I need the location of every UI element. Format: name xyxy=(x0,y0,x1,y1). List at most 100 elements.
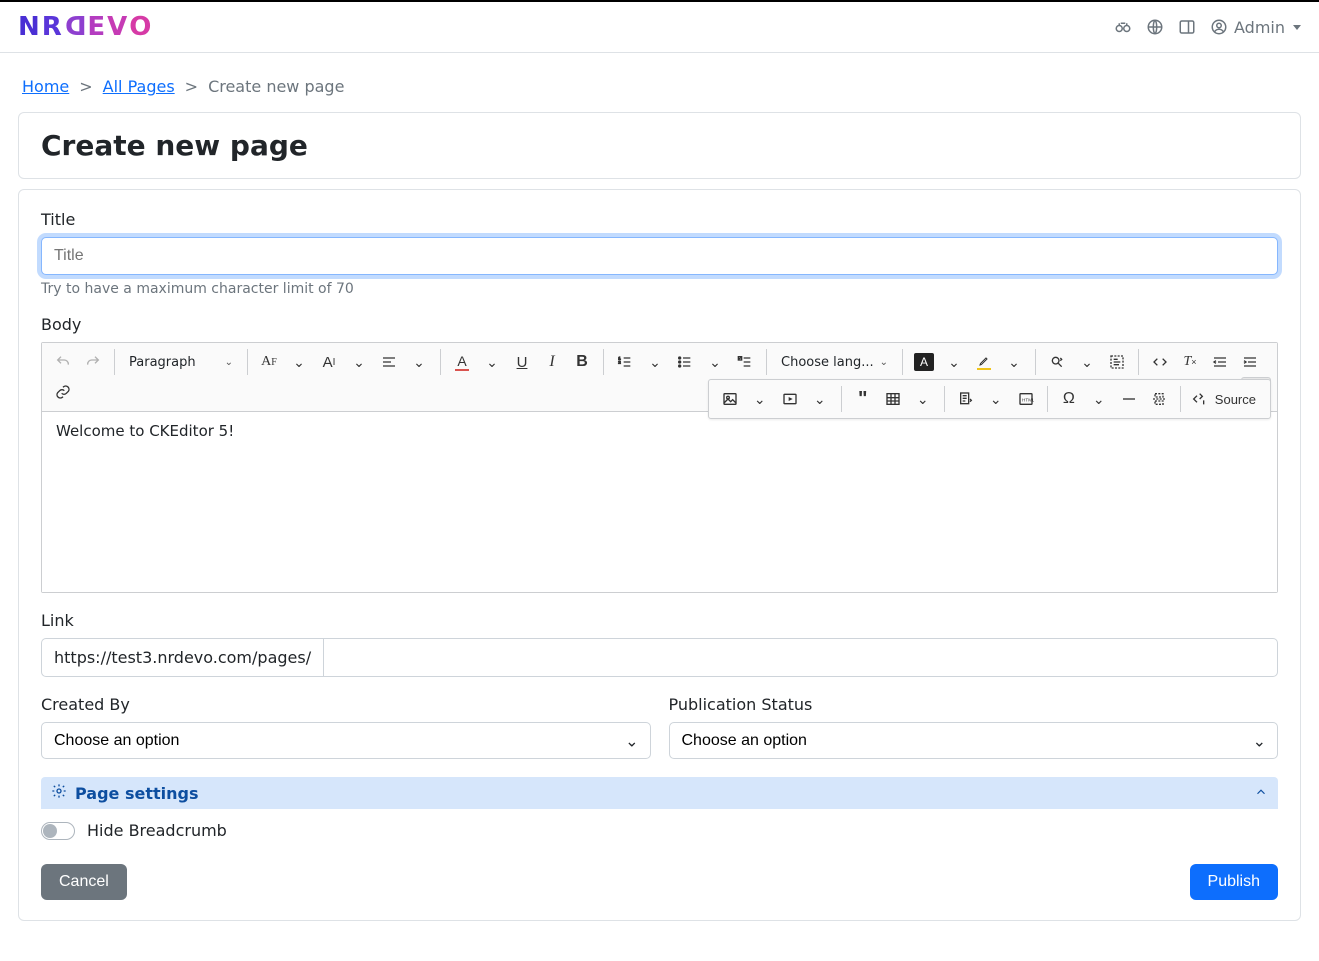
breadcrumb-home[interactable]: Home xyxy=(22,77,69,96)
cancel-button[interactable]: Cancel xyxy=(41,864,127,900)
align-dropdown[interactable]: ⌄ xyxy=(404,347,434,377)
bold-button[interactable]: B xyxy=(567,347,597,377)
title-field-group: Title Try to have a maximum character li… xyxy=(41,210,1278,297)
todo-list-button[interactable] xyxy=(730,347,760,377)
binoculars-icon[interactable] xyxy=(1114,18,1132,36)
horizontal-line-button[interactable] xyxy=(1114,384,1144,414)
meta-row: Created By Choose an option ⌄ Publicatio… xyxy=(41,695,1278,759)
link-label: Link xyxy=(41,611,1278,630)
highlight-button[interactable] xyxy=(969,347,999,377)
user-menu[interactable]: Admin xyxy=(1210,18,1301,37)
rich-text-editor: Paragraph ⌄ AF ⌄ AI ⌄ ⌄ A ⌄ U I xyxy=(41,342,1278,593)
page-break-button[interactable] xyxy=(1144,384,1174,414)
breadcrumb: Home > All Pages > Create new page xyxy=(18,53,1301,112)
editor-toolbar: Paragraph ⌄ AF ⌄ AI ⌄ ⌄ A ⌄ U I xyxy=(42,343,1277,412)
chevron-up-icon xyxy=(1254,784,1268,803)
breadcrumb-all-pages[interactable]: All Pages xyxy=(103,77,175,96)
special-char-button[interactable]: Ω xyxy=(1054,384,1084,414)
title-label: Title xyxy=(41,210,1278,229)
link-field-group: Link https://test3.nrdevo.com/pages/ xyxy=(41,611,1278,677)
page-settings-label: Page settings xyxy=(75,784,199,803)
breadcrumb-sep: > xyxy=(185,77,198,96)
hide-breadcrumb-row: Hide Breadcrumb xyxy=(41,821,1278,840)
publish-button[interactable]: Publish xyxy=(1190,864,1278,900)
align-button[interactable] xyxy=(374,347,404,377)
created-by-select[interactable]: Choose an option xyxy=(41,722,651,759)
language-label: Choose lang... xyxy=(781,355,874,370)
chevron-down-icon: ⌄ xyxy=(225,357,233,368)
user-icon xyxy=(1210,18,1228,36)
top-nav: NRDEVO Admin xyxy=(0,0,1319,53)
editor-content[interactable]: Welcome to CKEditor 5! xyxy=(42,412,1277,592)
indent-button[interactable] xyxy=(1235,347,1265,377)
media-button[interactable] xyxy=(775,384,805,414)
find-replace-button[interactable] xyxy=(1042,347,1072,377)
image-dropdown[interactable]: ⌄ xyxy=(745,384,775,414)
outdent-button[interactable] xyxy=(1205,347,1235,377)
font-color-button[interactable]: A xyxy=(447,347,477,377)
pub-status-select[interactable]: Choose an option xyxy=(669,722,1279,759)
font-size-button[interactable]: AI xyxy=(314,347,344,377)
font-size-dropdown[interactable]: ⌄ xyxy=(344,347,374,377)
code-button[interactable] xyxy=(1145,347,1175,377)
bullet-list-dropdown[interactable]: ⌄ xyxy=(700,347,730,377)
hide-breadcrumb-toggle[interactable] xyxy=(41,822,75,840)
remove-format-button[interactable]: T× xyxy=(1175,347,1205,377)
hide-breadcrumb-label: Hide Breadcrumb xyxy=(87,821,227,840)
chevron-down-icon: ⌄ xyxy=(880,357,888,368)
numbered-list-dropdown[interactable]: ⌄ xyxy=(640,347,670,377)
select-all-button[interactable] xyxy=(1102,347,1132,377)
created-by-label: Created By xyxy=(41,695,651,714)
table-button[interactable] xyxy=(878,384,908,414)
gear-icon xyxy=(51,783,67,803)
template-dropdown[interactable]: ⌄ xyxy=(981,384,1011,414)
page-title: Create new page xyxy=(41,129,1278,162)
italic-button[interactable]: I xyxy=(537,347,567,377)
table-dropdown[interactable]: ⌄ xyxy=(908,384,938,414)
body-label: Body xyxy=(41,315,1278,334)
pub-status-label: Publication Status xyxy=(669,695,1279,714)
breadcrumb-sep: > xyxy=(79,77,92,96)
source-label: Source xyxy=(1211,392,1260,407)
image-button[interactable] xyxy=(715,384,745,414)
logo[interactable]: NRDEVO xyxy=(18,12,152,42)
highlight-dropdown[interactable]: ⌄ xyxy=(999,347,1029,377)
heading-label: Paragraph xyxy=(129,355,196,370)
font-family-dropdown[interactable]: ⌄ xyxy=(284,347,314,377)
user-label: Admin xyxy=(1234,18,1285,37)
find-replace-dropdown[interactable]: ⌄ xyxy=(1072,347,1102,377)
media-dropdown[interactable]: ⌄ xyxy=(805,384,835,414)
form-actions: Cancel Publish xyxy=(41,864,1278,900)
link-prefix: https://test3.nrdevo.com/pages/ xyxy=(41,638,323,677)
numbered-list-button[interactable]: 12 xyxy=(610,347,640,377)
chevron-down-icon xyxy=(1293,25,1301,30)
blockquote-button[interactable]: " xyxy=(848,384,878,414)
title-help: Try to have a maximum character limit of… xyxy=(41,281,1278,297)
body-field-group: Body Paragraph ⌄ AF ⌄ AI ⌄ xyxy=(41,315,1278,593)
link-button[interactable] xyxy=(48,377,78,407)
source-button[interactable]: Source xyxy=(1187,384,1264,414)
underline-button[interactable]: U xyxy=(507,347,537,377)
font-family-button[interactable]: AF xyxy=(254,347,284,377)
font-bg-button[interactable]: A xyxy=(909,347,939,377)
bullet-list-button[interactable] xyxy=(670,347,700,377)
layout-icon[interactable] xyxy=(1178,18,1196,36)
font-color-dropdown[interactable]: ⌄ xyxy=(477,347,507,377)
svg-text:2: 2 xyxy=(618,359,621,364)
breadcrumb-current: Create new page xyxy=(208,77,344,96)
toolbar-overflow: ⌄ ⌄ " ⌄ ⌄ HTML Ω ⌄ xyxy=(708,379,1271,419)
svg-text:HTML: HTML xyxy=(1022,398,1034,403)
page-settings-header[interactable]: Page settings xyxy=(41,777,1278,809)
font-bg-dropdown[interactable]: ⌄ xyxy=(939,347,969,377)
globe-icon[interactable] xyxy=(1146,18,1164,36)
link-input[interactable] xyxy=(323,638,1278,677)
undo-button[interactable] xyxy=(48,347,78,377)
form-panel: Title Try to have a maximum character li… xyxy=(18,189,1301,921)
title-input[interactable] xyxy=(41,237,1278,275)
html-embed-button[interactable]: HTML xyxy=(1011,384,1041,414)
redo-button[interactable] xyxy=(78,347,108,377)
template-button[interactable] xyxy=(951,384,981,414)
heading-dropdown[interactable]: Paragraph ⌄ xyxy=(121,347,241,377)
language-dropdown[interactable]: Choose lang... ⌄ xyxy=(773,347,896,377)
special-char-dropdown[interactable]: ⌄ xyxy=(1084,384,1114,414)
